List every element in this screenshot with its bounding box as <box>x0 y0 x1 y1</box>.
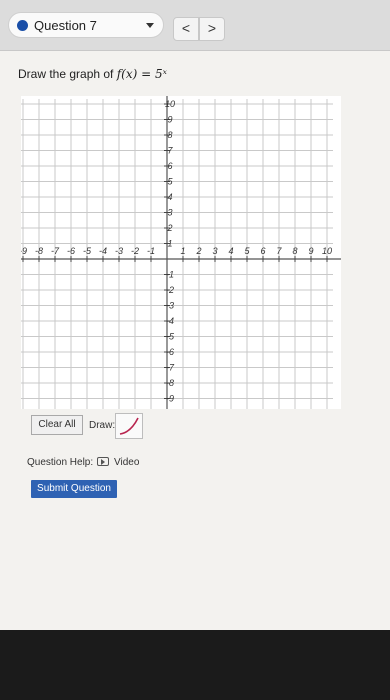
x-tick-label: -9 <box>21 246 27 256</box>
question-selector[interactable]: Question 7 <box>8 12 164 38</box>
draw-label: Draw: <box>89 420 116 431</box>
chevron-down-icon <box>146 23 154 28</box>
x-tick-label: -1 <box>147 246 155 256</box>
x-tick-label: -2 <box>131 246 139 256</box>
question-header: Question 7 < > <box>0 0 390 51</box>
y-tick-label: 8 <box>167 130 172 140</box>
y-tick-label: -4 <box>166 316 174 326</box>
x-tick-label: 10 <box>322 246 332 256</box>
x-tick-label: 4 <box>228 246 233 256</box>
question-prompt: Draw the graph of f(x) = 5ˣ <box>18 67 167 81</box>
y-tick-label: -1 <box>166 270 174 280</box>
curve-pen-icon <box>119 417 139 435</box>
x-tick-label: 1 <box>180 246 185 256</box>
y-tick-label: 1 <box>167 239 172 249</box>
video-icon[interactable] <box>97 457 109 466</box>
y-tick-label: -8 <box>166 378 174 388</box>
y-tick-label: -7 <box>166 363 175 373</box>
y-tick-label: 9 <box>167 115 172 125</box>
x-tick-label: 6 <box>260 246 265 256</box>
x-tick-label: -8 <box>35 246 43 256</box>
draw-curve-tool-button[interactable] <box>115 413 143 439</box>
x-tick-label: 8 <box>292 246 297 256</box>
y-tick-label: -2 <box>166 285 174 295</box>
y-tick-label: -3 <box>166 301 174 311</box>
y-tick-label: -5 <box>166 332 175 342</box>
y-tick-label: 3 <box>167 208 172 218</box>
prompt-math: f(x) = 5ˣ <box>116 67 167 81</box>
x-tick-label: -3 <box>115 246 123 256</box>
x-tick-label: -5 <box>83 246 92 256</box>
x-tick-label: -6 <box>67 246 75 256</box>
y-tick-label: -9 <box>166 394 174 404</box>
previous-question-button[interactable]: < <box>173 17 199 41</box>
question-label: Question 7 <box>34 18 97 33</box>
question-help-label: Question Help: <box>27 457 94 468</box>
y-tick-label: 4 <box>167 192 172 202</box>
x-tick-label: -4 <box>99 246 107 256</box>
y-tick-label: 10 <box>165 99 175 109</box>
x-tick-label: -7 <box>51 246 60 256</box>
x-tick-label: 2 <box>195 246 201 256</box>
video-link[interactable]: Video <box>114 457 139 468</box>
graph-canvas[interactable]: -10-9-8-7-6-5-4-3-2-11234567891010987654… <box>21 96 341 409</box>
submit-question-button[interactable]: Submit Question <box>31 480 117 498</box>
next-question-button[interactable]: > <box>199 17 225 41</box>
y-tick-label: -6 <box>166 347 174 357</box>
prompt-text: Draw the graph of <box>18 67 117 81</box>
status-dot <box>17 20 28 31</box>
x-tick-label: 3 <box>212 246 217 256</box>
x-tick-label: 9 <box>308 246 313 256</box>
y-tick-label: 2 <box>166 223 172 233</box>
clear-all-button[interactable]: Clear All <box>31 415 83 435</box>
question-content: Draw the graph of f(x) = 5ˣ -10-9-8-7-6-… <box>0 51 390 630</box>
bottom-bar <box>0 630 390 700</box>
y-tick-label: 6 <box>167 161 172 171</box>
